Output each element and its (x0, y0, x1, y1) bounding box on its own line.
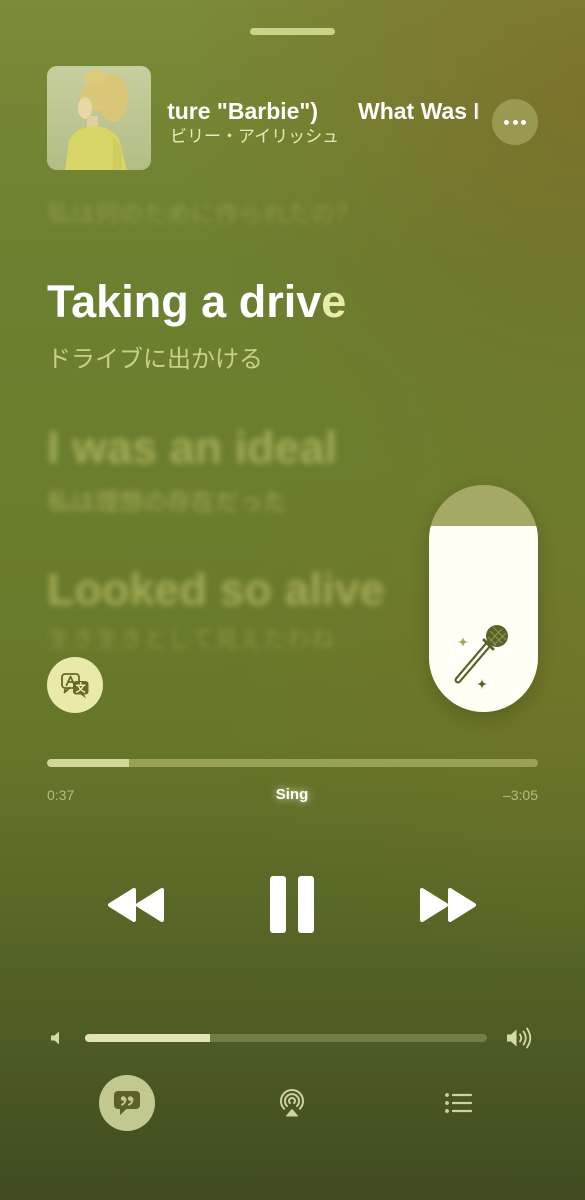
lyric-line-next[interactable]: Looked so alive (47, 563, 385, 617)
lyric-translation-next: 私は理想の存在だった (47, 489, 287, 516)
speaker-icon (51, 1031, 59, 1045)
lyric-translation-next: 生き生きとして見えたわね (47, 626, 335, 653)
sheet-grabber[interactable] (250, 28, 335, 35)
remaining-time: –3:05 (502, 787, 538, 803)
backward-icon (108, 888, 164, 922)
pause-icon (298, 876, 314, 933)
album-artwork[interactable] (47, 66, 151, 170)
pause-button[interactable] (270, 876, 314, 933)
more-options-button[interactable] (492, 99, 538, 145)
vocal-volume-slider[interactable] (429, 485, 538, 712)
lyric-sung-text: Taking a driv (47, 276, 322, 327)
artist-name[interactable]: ビリー・アイリッシュ (170, 126, 339, 148)
forward-icon (420, 888, 476, 922)
forward-button[interactable] (419, 887, 477, 923)
now-playing-screen: ture "Barbie") What Was I ビリー・アイリッシュ 私は何… (0, 0, 585, 1200)
playback-scrubber[interactable] (47, 759, 538, 767)
elapsed-time: 0:37 (47, 787, 75, 803)
progress-fill (47, 759, 129, 767)
lyrics-button[interactable] (99, 1075, 155, 1131)
volume-slider[interactable] (85, 1034, 487, 1042)
airplay-icon (280, 1089, 304, 1117)
translate-button[interactable] (47, 657, 103, 713)
list-icon (445, 1093, 473, 1113)
sing-mode-label: Sing (275, 786, 309, 803)
album-artwork-image (47, 66, 151, 170)
airplay-button[interactable] (276, 1087, 308, 1119)
lyric-line-next[interactable]: I was an ideal (47, 421, 337, 475)
ellipsis-icon (504, 119, 509, 125)
lyric-translation-current: ドライブに出かける (47, 346, 263, 373)
rewind-button[interactable] (107, 887, 165, 923)
microphone-sparkles-icon (454, 625, 508, 690)
lyrics-quote-icon (114, 1091, 140, 1115)
pause-icon (270, 876, 286, 933)
lyric-line-current[interactable]: Taking a drive (47, 275, 346, 329)
song-title-marquee[interactable]: ture "Barbie") What Was I (151, 96, 480, 126)
volume-max-button (506, 1026, 534, 1050)
song-title-fragment: ture "Barbie") (167, 98, 318, 124)
volume-fill (85, 1034, 210, 1042)
lyric-translation-previous[interactable]: 私は何のために作られたの？ (47, 200, 359, 230)
song-title-fragment: What Was I (358, 98, 480, 124)
lyric-upcoming-text: e (321, 276, 347, 327)
speaker-wave-icon (507, 1027, 532, 1049)
ellipsis-icon (512, 119, 518, 125)
volume-min-button (50, 1030, 66, 1046)
ellipsis-icon (521, 119, 526, 125)
translate-icon (61, 673, 89, 699)
queue-button[interactable] (442, 1087, 474, 1119)
